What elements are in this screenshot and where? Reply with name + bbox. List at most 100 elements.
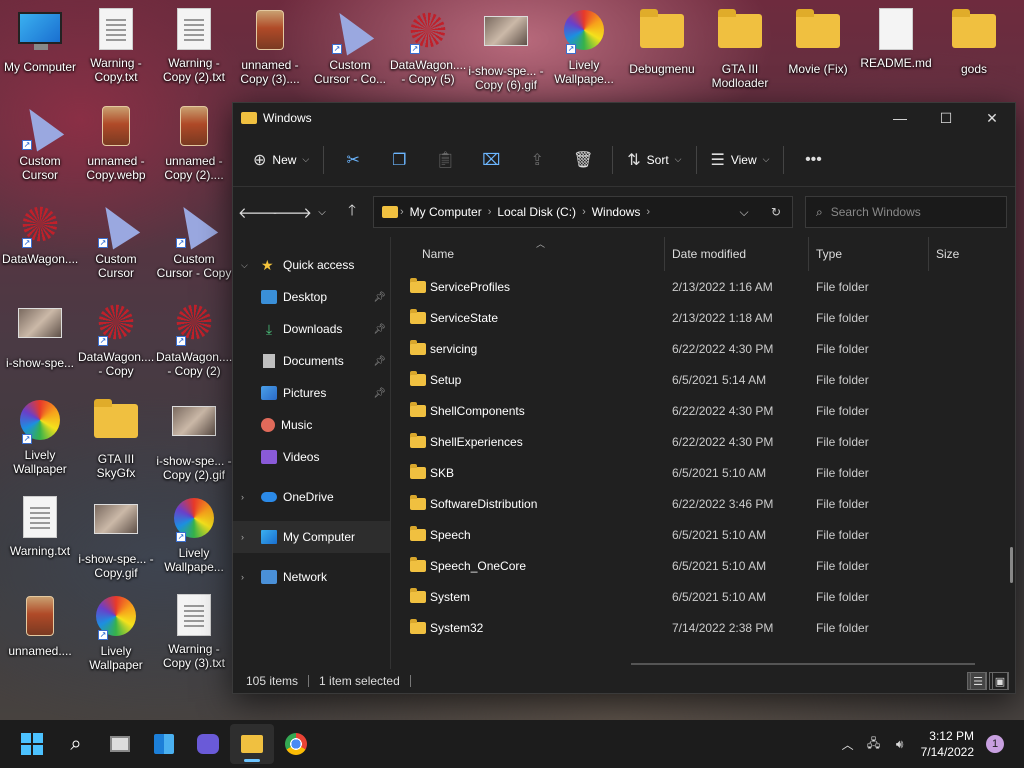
file-row[interactable]: ShellComponents 6/22/2022 4:30 PM File fol… <box>391 395 1015 426</box>
search-button[interactable]: ⌕ <box>54 724 98 764</box>
desktop-icon[interactable]: ↗ Custom Cursor <box>2 100 78 182</box>
desktop-icon[interactable]: ↗ DataWagon.... <box>2 202 78 266</box>
desktop-icon[interactable]: s <box>1014 8 1024 76</box>
desktop-icon[interactable]: i-show-spe... - Copy.gif <box>78 496 154 580</box>
desktop-icon[interactable]: GTA III SkyGfx <box>78 398 154 480</box>
breadcrumb-local-disk[interactable]: Local Disk (C:) <box>497 205 576 219</box>
horizontal-scrollbar[interactable] <box>631 663 975 665</box>
desktop-icon[interactable]: README.md <box>858 8 934 70</box>
desktop-icon[interactable]: Debugmenu <box>624 8 700 76</box>
desktop-icon[interactable]: ↗ Custom Cursor <box>78 198 154 280</box>
new-button[interactable]: ⊕ New ⌵ <box>245 144 317 176</box>
volume-icon[interactable]: 🔊︎ <box>887 737 913 752</box>
large-icons-view-button[interactable]: ▣ <box>989 672 1009 690</box>
nav-my-computer[interactable]: › My Computer <box>233 521 390 553</box>
file-row[interactable]: Speech 6/5/2021 5:10 AM File folder <box>391 519 1015 550</box>
show-hidden-icons-button[interactable]: ︿ <box>835 736 861 753</box>
vertical-scrollbar[interactable] <box>1010 547 1013 583</box>
paste-button[interactable]: 📋︎ <box>422 144 468 176</box>
nav-documents[interactable]: Documents 📌︎ <box>233 345 390 377</box>
desktop-icon[interactable]: i-show-spe... - Copy (2).gif <box>156 398 232 482</box>
desktop-icon[interactable]: gods <box>936 8 1012 76</box>
nav-onedrive[interactable]: › OneDrive <box>233 481 390 513</box>
column-type[interactable]: Type <box>809 237 929 271</box>
maximize-button[interactable]: ☐ <box>923 103 969 133</box>
more-options-button[interactable]: ••• <box>790 144 836 176</box>
column-size[interactable]: Size <box>929 237 999 271</box>
file-row[interactable]: Speech_OneCore 6/5/2021 5:10 AM File folde… <box>391 550 1015 581</box>
desktop-icon[interactable]: ↗ DataWagon.... - Copy (2) <box>156 300 232 378</box>
minimize-button[interactable]: — <box>877 103 923 133</box>
desktop-icon[interactable]: ↗ DataWagon.... - Copy (5) <box>390 8 466 86</box>
search-input[interactable] <box>830 205 991 219</box>
file-row[interactable]: SoftwareDistribution 6/22/2022 3:46 PM Fil… <box>391 488 1015 519</box>
column-name[interactable]: Name <box>391 237 665 271</box>
cut-button[interactable]: ✂ <box>330 144 376 176</box>
clock[interactable]: 3:12 PM 7/14/2022 <box>921 728 974 760</box>
address-dropdown-button[interactable]: ⌵ <box>728 205 760 220</box>
back-button[interactable]: 🡐 <box>238 196 278 228</box>
details-view-button[interactable]: ☰ <box>967 672 987 690</box>
file-explorer-taskbar-button[interactable] <box>230 724 274 764</box>
copy-button[interactable]: ❐ <box>376 144 422 176</box>
network-status-icon[interactable]: 🖧︎ <box>861 734 887 755</box>
desktop-icon[interactable]: Warning - Copy (3).txt <box>156 594 232 670</box>
nav-music[interactable]: Music <box>233 409 390 441</box>
search-box[interactable]: ⌕ <box>805 196 1007 228</box>
chat-button[interactable] <box>186 724 230 764</box>
desktop-icon[interactable]: GTA III Modloader <box>702 8 778 90</box>
file-row[interactable]: ServiceState 2/13/2022 1:18 AM File folder <box>391 302 1015 333</box>
desktop-icon[interactable]: i-show-spe... - Copy (6).gif <box>468 8 544 92</box>
file-list[interactable]: ︿ Name Date modified Type Size security6… <box>391 237 1015 669</box>
nav-quick-access[interactable]: ⌵ ★ Quick access <box>233 249 390 281</box>
close-button[interactable]: ✕ <box>969 103 1015 133</box>
desktop-icon[interactable]: Warning.txt <box>2 496 78 558</box>
column-date-modified[interactable]: Date modified <box>665 237 809 271</box>
file-row[interactable]: System32 7/14/2022 2:38 PM File folder <box>391 612 1015 643</box>
desktop-icon[interactable]: ↗ Lively Wallpaper <box>2 398 78 476</box>
desktop-icon[interactable]: i-show-spe... <box>2 300 78 370</box>
file-row[interactable]: ShellExperiences 6/22/2022 4:30 PM File fo… <box>391 426 1015 457</box>
nav-network[interactable]: › Network <box>233 561 390 593</box>
desktop-icon[interactable]: unnamed - Copy (3).... <box>232 8 308 86</box>
delete-button[interactable]: 🗑︎ <box>560 144 606 176</box>
file-explorer-window[interactable]: Windows — ☐ ✕ ⊕ New ⌵ ✂ ❐ 📋︎ ⌧ ⇪ 🗑︎ ⇅ So… <box>232 102 1016 694</box>
file-row[interactable]: System 6/5/2021 5:10 AM File folder <box>391 581 1015 612</box>
file-row[interactable]: Setup 6/5/2021 5:14 AM File folder <box>391 364 1015 395</box>
nav-videos[interactable]: Videos <box>233 441 390 473</box>
breadcrumb-windows[interactable]: Windows <box>592 205 641 219</box>
desktop-icon[interactable]: Warning - Copy.txt <box>78 8 154 84</box>
desktop-icon[interactable]: unnamed - Copy (2).... <box>156 104 232 182</box>
share-button[interactable]: ⇪ <box>514 144 560 176</box>
title-bar[interactable]: Windows — ☐ ✕ <box>233 103 1015 133</box>
nav-desktop[interactable]: Desktop 📌︎ <box>233 281 390 313</box>
task-view-button[interactable] <box>98 724 142 764</box>
chrome-button[interactable] <box>274 724 318 764</box>
recent-locations-button[interactable]: ⌵ <box>309 196 335 228</box>
widgets-button[interactable] <box>142 724 186 764</box>
desktop-icon[interactable]: ↗ Custom Cursor - Copy <box>156 198 232 280</box>
desktop-icon[interactable]: unnamed.... <box>2 594 78 658</box>
desktop-icon[interactable]: Warning - Copy (2).txt <box>156 8 232 84</box>
desktop-icon[interactable]: ↗ Custom Cursor - Co... <box>312 4 388 86</box>
desktop-icon[interactable]: ↗ Lively Wallpaper <box>78 594 154 672</box>
navigation-pane[interactable]: ⌵ ★ Quick access Desktop 📌︎ ⤓ Downloads … <box>233 237 391 669</box>
up-button[interactable]: 🡑 <box>335 196 369 228</box>
desktop-icon[interactable]: ↗ Lively Wallpape... <box>546 8 622 86</box>
file-row[interactable]: ServiceProfiles 2/13/2022 1:16 AM File fol… <box>391 271 1015 302</box>
refresh-button[interactable]: ↻ <box>760 205 792 220</box>
desktop-icon[interactable]: My Computer <box>2 8 78 74</box>
file-row[interactable]: SKB 6/5/2021 5:10 AM File folder <box>391 457 1015 488</box>
file-row[interactable]: servicing 6/22/2022 4:30 PM File folder <box>391 333 1015 364</box>
desktop-icon[interactable]: Movie (Fix) <box>780 8 856 76</box>
desktop-icon[interactable]: unnamed - Copy.webp <box>78 104 154 182</box>
sort-button[interactable]: ⇅ Sort ⌵ <box>619 144 689 176</box>
address-bar[interactable]: › My Computer › Local Disk (C:) › Window… <box>373 196 793 228</box>
nav-downloads[interactable]: ⤓ Downloads 📌︎ <box>233 313 390 345</box>
desktop-icon[interactable]: ↗ Lively Wallpape... <box>156 496 232 574</box>
breadcrumb-my-computer[interactable]: My Computer <box>410 205 482 219</box>
start-button[interactable] <box>10 724 54 764</box>
desktop-icon[interactable]: ↗ DataWagon.... - Copy <box>78 300 154 378</box>
forward-button[interactable]: 🡒 <box>272 196 312 228</box>
rename-button[interactable]: ⌧ <box>468 144 514 176</box>
